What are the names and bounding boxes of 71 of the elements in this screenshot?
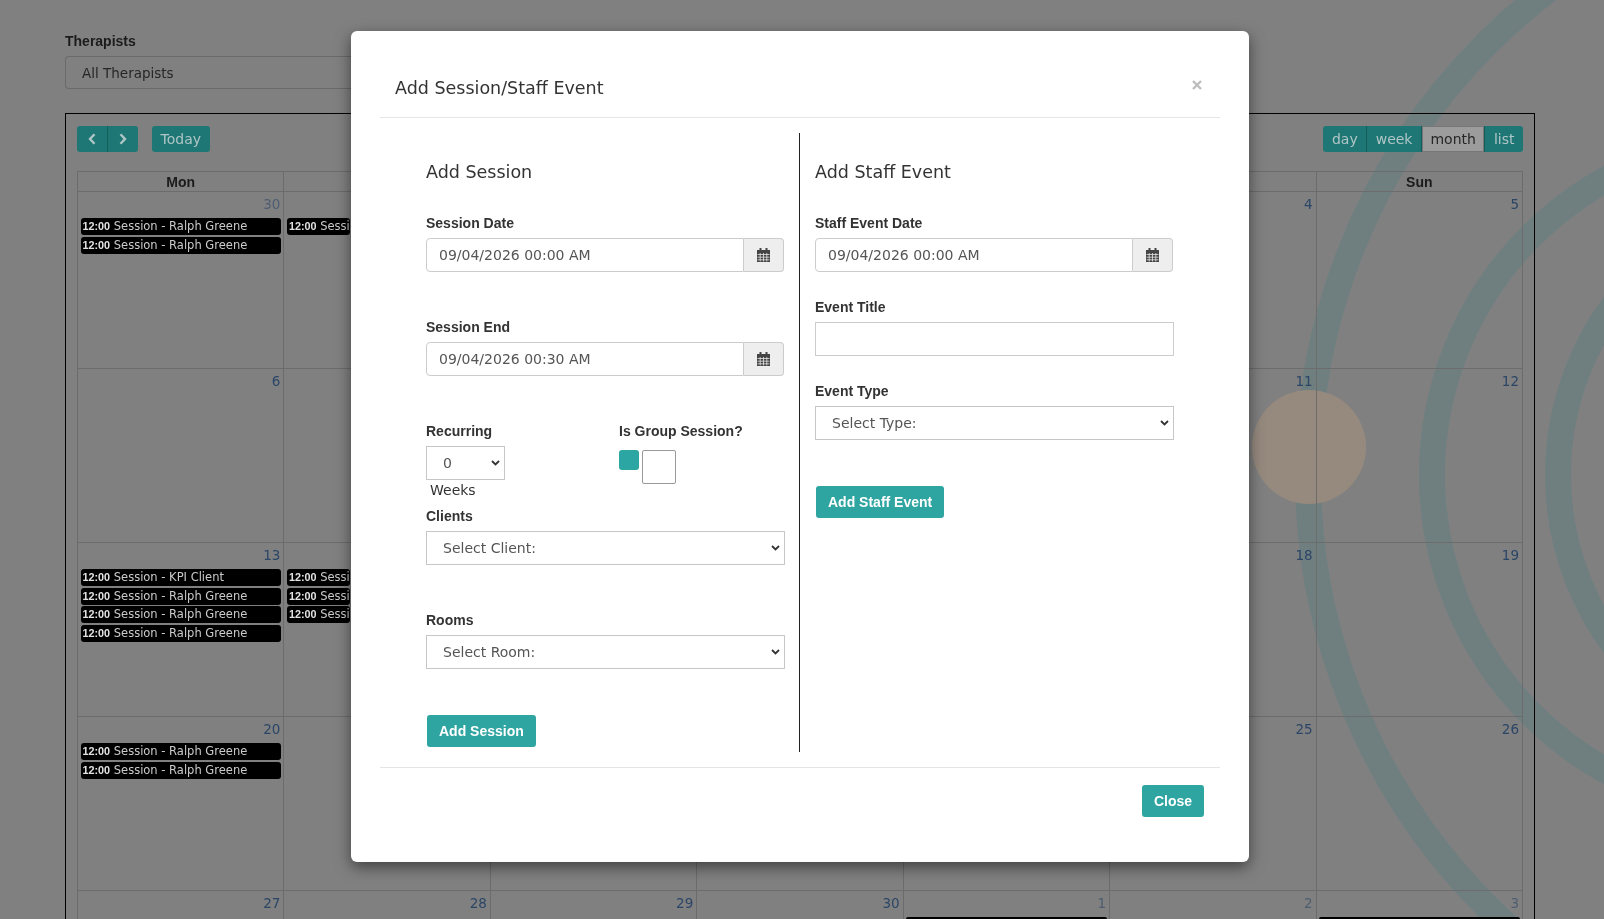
chevron-left-icon [88,133,96,145]
day-number: 30 [882,894,900,912]
field-label: Staff Event Date [815,214,923,232]
event-bar[interactable]: 12:00 Sessi [286,606,350,624]
previous-button[interactable] [77,126,107,152]
section-heading: Add Staff Event [815,161,951,183]
chevron-right-icon [119,133,127,145]
event-bar[interactable]: 12:00 Session - KPI Client [80,569,282,586]
staff-event-date-input[interactable]: 09/04/2026 00:00 AM [815,238,1133,272]
day-number: 20 [263,720,281,738]
event-bar[interactable]: 12:00 Session - Ralph Greene [80,587,282,605]
day-number: 11 [1295,372,1313,390]
event-title-input[interactable] [815,322,1174,356]
day-number: 27 [263,894,281,912]
view-button[interactable]: month [1421,126,1485,152]
day-number: 29 [676,894,694,912]
event-bar[interactable]: 12:00 Session - Ralph Greene [80,761,282,779]
day-number: 12 [1501,372,1519,390]
chevron-down-icon [771,649,780,655]
chevron-down-icon [491,460,500,466]
calendar-icon [1146,248,1159,262]
calendar-button[interactable] [1133,238,1173,272]
field-label: Event Title [815,298,886,316]
close-button[interactable] [1192,79,1202,90]
chevron-down-icon [771,545,780,551]
event-bar[interactable]: 12:00 Session - Ralph Greene [80,236,282,254]
day-number: 28 [469,894,487,912]
modal-title: Add Session/Staff Event [395,77,604,99]
field-label: Event Type [815,382,889,400]
next-button[interactable] [107,126,138,152]
group-session-checkbox[interactable] [619,450,639,470]
therapists-label: Therapists [65,32,136,50]
calendar-button[interactable] [744,342,784,376]
day-number: 13 [263,546,281,564]
field-label: Recurring [426,422,493,440]
event-bar[interactable]: 12:00 Sessi [286,587,350,605]
field-label: Rooms [426,611,474,629]
field-label: Session End [426,318,511,336]
calendar-icon [757,352,770,366]
field-label: Session Date [426,214,514,232]
field-label: Is Group Session? [619,422,743,440]
event-bar[interactable]: 12:00 Session - Ralph Greene [80,218,282,235]
day-number: 18 [1295,546,1313,564]
event-bar[interactable]: 12:00 Session - Ralph Greene [80,606,282,624]
calendar-icon [757,248,770,262]
recurring-select[interactable]: 0 [426,446,505,480]
calendar-button[interactable] [744,238,784,272]
day-number: 6 [271,372,281,390]
session-date-input[interactable]: 09/04/2026 00:00 AM [426,238,744,272]
session-end-input[interactable]: 09/04/2026 00:30 AM [426,342,744,376]
chevron-down-icon [1160,420,1169,426]
header-cell: Sun [1316,172,1523,192]
day-number: 19 [1501,546,1519,564]
field-label: Clients [426,507,473,525]
event-bar[interactable]: 12:00 Session - Ralph Greene [80,743,282,760]
day-number: 4 [1303,195,1313,213]
unit-label: Weeks [430,482,476,498]
event-bar[interactable]: 12:00 Session - Ralph Greene [80,625,282,643]
close-icon [1192,79,1202,90]
checkbox-frame [642,450,676,484]
header-cell: Mon [78,172,285,192]
therapist-select[interactable]: All Therapists [65,56,351,89]
day-number: 26 [1501,720,1519,738]
section-heading: Add Session [426,161,533,183]
clients-select[interactable]: Select Client: [426,531,785,565]
day-number: 5 [1510,195,1519,213]
day-number: 25 [1295,720,1313,738]
event-type-select[interactable]: Select Type: [815,406,1174,440]
event-bar[interactable]: 12:00 Sessi [286,218,350,235]
event-bar[interactable]: 12:00 Sessi [286,569,350,586]
rooms-select[interactable]: Select Room: [426,635,785,669]
